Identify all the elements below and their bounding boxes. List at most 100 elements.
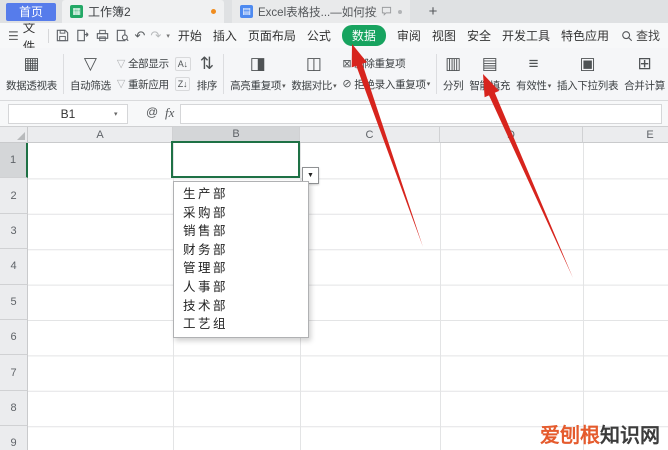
sort-ascending-icon: A↓ bbox=[174, 57, 191, 71]
ribbon-button[interactable]: ▦ 数据透视表 bbox=[4, 50, 59, 98]
search-button[interactable]: 查找 bbox=[621, 27, 660, 44]
ribbon-button-label: 数据对比 ▾ bbox=[291, 80, 337, 92]
ribbon-button[interactable]: ▤ 智能填充 bbox=[467, 50, 512, 98]
gridlines bbox=[28, 143, 668, 450]
dropdown-list-item[interactable]: 采购部 bbox=[174, 204, 308, 223]
unsaved-dot-icon bbox=[211, 9, 216, 14]
watermark: 爱刨根知识网 bbox=[540, 419, 660, 448]
ribbon-button[interactable]: A↓ bbox=[174, 57, 191, 71]
home-page-button[interactable]: 首页 bbox=[6, 2, 56, 21]
dropdown-list-item[interactable]: 财务部 bbox=[174, 241, 308, 260]
quick-access-dropdown-icon[interactable]: ▾ bbox=[166, 32, 170, 40]
ribbon-button-label: 数据透视表 bbox=[6, 80, 57, 92]
ribbon-items: ▦ 数据透视表 ▽ 自动筛选 ▽ 全部显示 ▽ 重新应用 A↓ Z↓ ⇅ 排序 ◨ 高亮重复项 ▾ ◫ 数据对比… bbox=[0, 48, 668, 101]
dropdown-list-item[interactable]: 工艺组 bbox=[174, 315, 308, 334]
menu-item[interactable]: 开发工具 bbox=[502, 27, 550, 44]
pivot-table-icon: ▦ bbox=[23, 54, 40, 73]
ribbon-button: ▽ 全部显示 bbox=[117, 56, 169, 71]
file-menu[interactable]: ☰ 文件 bbox=[8, 23, 42, 48]
dropdown-list-item[interactable]: 销售部 bbox=[174, 222, 308, 241]
tab-excel-article[interactable]: ▤ Excel表格技...—如何按颜色筛选 bbox=[232, 0, 410, 23]
output-pdf-icon[interactable] bbox=[75, 28, 90, 43]
ribbon-button-label: 自动筛选 bbox=[70, 80, 111, 92]
search-icon bbox=[622, 30, 633, 41]
ribbon-button[interactable]: ▽ 自动筛选 bbox=[68, 50, 113, 98]
tab-label: Excel表格技...—如何按颜色筛选 bbox=[258, 6, 377, 19]
menu-item[interactable]: 开始 bbox=[178, 27, 202, 44]
doc-icon: ▤ bbox=[240, 5, 253, 18]
name-box[interactable]: B1 bbox=[8, 104, 128, 124]
file-menu-label: 文件 bbox=[22, 23, 36, 48]
tab-workbook2[interactable]: ▦ 工作簿2 bbox=[62, 0, 224, 23]
menu-item[interactable]: 特色应用 bbox=[561, 27, 609, 44]
ribbon-button[interactable]: ◨ 高亮重复项 ▾ bbox=[228, 50, 287, 98]
dropdown-list-item[interactable]: 技术部 bbox=[174, 297, 308, 316]
show-all-icon: ▽ bbox=[116, 57, 125, 70]
ribbon-group-divider bbox=[223, 54, 225, 94]
document-tab-bar: 首页 ▦ 工作簿2 ▤ Excel表格技...—如何按颜色筛选 + bbox=[0, 0, 668, 23]
ribbon-button[interactable]: ⇅ 排序 bbox=[195, 50, 219, 98]
dropdown-caret-icon: ▾ bbox=[282, 82, 286, 90]
ribbon-button[interactable]: ▣ 插入下拉列表 bbox=[555, 50, 620, 98]
menu-item[interactable]: 审阅 bbox=[397, 27, 421, 44]
data-compare-icon: ◫ bbox=[305, 54, 322, 73]
ribbon-button-label: 高亮重复项 ▾ bbox=[230, 80, 286, 92]
formula-input[interactable] bbox=[180, 104, 662, 124]
redo-icon[interactable]: ↷ bbox=[150, 28, 161, 43]
ribbon-button-label: 全部显示 bbox=[127, 58, 169, 71]
dropdown-list-item[interactable]: 生产部 bbox=[174, 185, 308, 204]
menu-bar: ☰ 文件 ↶ ↷ ▾ 开始 插入 页面布局 公式 数据 审阅 视图 安全 开发工具 特色应用 查找 bbox=[0, 23, 668, 48]
wps-spreadsheet-window: 首页 ▦ 工作簿2 ▤ Excel表格技...—如何按颜色筛选 + ☰ 文件 ↶… bbox=[0, 0, 668, 450]
ribbon-button-label: 有效性 ▾ bbox=[516, 80, 551, 92]
ribbon-button-label: 分列 bbox=[442, 80, 464, 92]
ribbon-button[interactable]: ⊞ 合并计算 bbox=[622, 50, 667, 98]
tab-label: 工作簿2 bbox=[88, 5, 131, 19]
menu-item[interactable]: 数据 bbox=[341, 25, 386, 46]
ribbon-button[interactable]: Z↓ bbox=[174, 77, 191, 91]
menu-item[interactable]: 公式 bbox=[307, 27, 331, 44]
new-tab-button[interactable]: + bbox=[424, 3, 442, 20]
formula-bar: B1 ▾ @ fx bbox=[0, 101, 668, 127]
insert-dropdown-list-icon: ▣ bbox=[579, 54, 596, 73]
ribbon-button[interactable]: ⊘ 拒绝录入重复项 ▾ bbox=[342, 77, 430, 92]
consolidate-icon: ⊞ bbox=[637, 54, 652, 73]
ribbon-button[interactable]: ◫ 数据对比 ▾ bbox=[289, 50, 338, 98]
validation-icon: ≡ bbox=[528, 54, 539, 73]
selected-cell-b1[interactable] bbox=[171, 141, 300, 178]
delete-duplicates-icon: ⊠ bbox=[342, 57, 352, 70]
ribbon-button[interactable]: ⊠ 删除重复项 bbox=[342, 56, 430, 71]
menu-item[interactable]: 安全 bbox=[467, 27, 491, 44]
insert-function-icon[interactable]: fx bbox=[165, 105, 174, 121]
hamburger-icon: ☰ bbox=[8, 28, 19, 43]
locate-icon[interactable]: @ bbox=[146, 105, 158, 119]
print-preview-icon[interactable] bbox=[115, 28, 130, 43]
menu-item[interactable]: 页面布局 bbox=[248, 27, 296, 44]
undo-icon[interactable]: ↶ bbox=[135, 28, 146, 43]
divider bbox=[47, 28, 49, 43]
print-icon[interactable] bbox=[95, 28, 110, 43]
ribbon-button[interactable]: ▥ 分列 bbox=[441, 50, 465, 98]
ribbon-group-divider bbox=[63, 54, 64, 94]
ribbon-button-label: 排序 bbox=[196, 80, 218, 92]
dropdown-list-item[interactable]: 人事部 bbox=[174, 278, 308, 297]
ribbon-button-label: 重新应用 bbox=[127, 78, 169, 91]
ribbon-stack: ⊠ 删除重复项 ⊘ 拒绝录入重复项 ▾ bbox=[340, 50, 432, 98]
reapply-icon: ▽ bbox=[116, 78, 125, 91]
save-icon[interactable] bbox=[55, 28, 70, 43]
sort-icon: ⇅ bbox=[199, 54, 215, 73]
smart-fill-icon: ▤ bbox=[481, 54, 498, 73]
ribbon-button-label: 拒绝录入重复项 ▾ bbox=[354, 78, 430, 91]
reject-duplicates-icon: ⊘ bbox=[342, 78, 352, 91]
name-box-dropdown-icon[interactable]: ▾ bbox=[114, 110, 118, 118]
quick-access-toolbar: ↶ ↷ ▾ bbox=[55, 28, 170, 43]
menu-item[interactable]: 插入 bbox=[213, 27, 237, 44]
watermark-rest: 知识网 bbox=[600, 425, 660, 447]
tab-close-dot-icon[interactable] bbox=[398, 9, 402, 14]
ribbon-button: ▽ 重新应用 bbox=[117, 77, 169, 92]
ribbon-button[interactable]: ≡ 有效性 ▾ bbox=[514, 50, 553, 98]
ribbon-stack: A↓ Z↓ bbox=[173, 50, 193, 98]
sheet-area[interactable]: ABCDE 123456789 ▼ 生产部 采购部 销售部 财务部 管理部 人事部 技术部工… bbox=[0, 127, 668, 450]
dropdown-list-item[interactable]: 管理部 bbox=[174, 259, 308, 278]
menu-item[interactable]: 视图 bbox=[432, 27, 456, 44]
search-label: 查找 bbox=[635, 29, 660, 43]
